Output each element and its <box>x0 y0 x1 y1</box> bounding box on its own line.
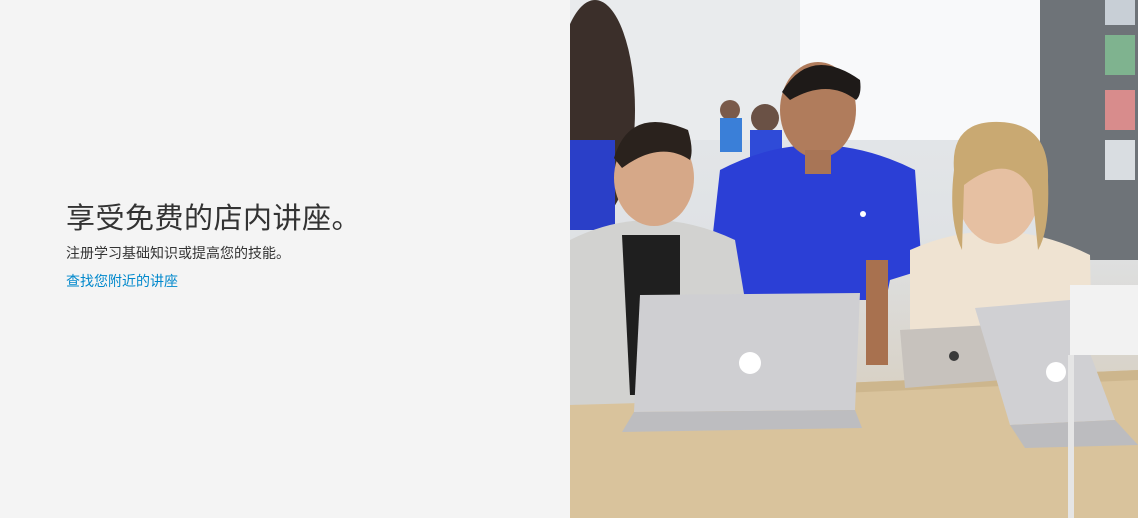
store-photo-illustration <box>570 0 1138 518</box>
promo-text-block: 享受免费的店内讲座。 注册学习基础知识或提高您的技能。 查找您附近的讲座 <box>66 200 361 292</box>
promo-headline: 享受免费的店内讲座。 <box>66 201 362 235</box>
find-sessions-link[interactable]: 查找您附近的讲座 <box>66 272 178 292</box>
store-photo <box>570 0 1138 518</box>
promo-subhead: 注册学习基础知识或提高您的技能。 <box>66 246 290 262</box>
sessions-promo: 享受免费的店内讲座。 注册学习基础知识或提高您的技能。 查找您附近的讲座 <box>0 0 1138 518</box>
promo-text-panel: 享受免费的店内讲座。 注册学习基础知识或提高您的技能。 查找您附近的讲座 <box>0 0 570 518</box>
